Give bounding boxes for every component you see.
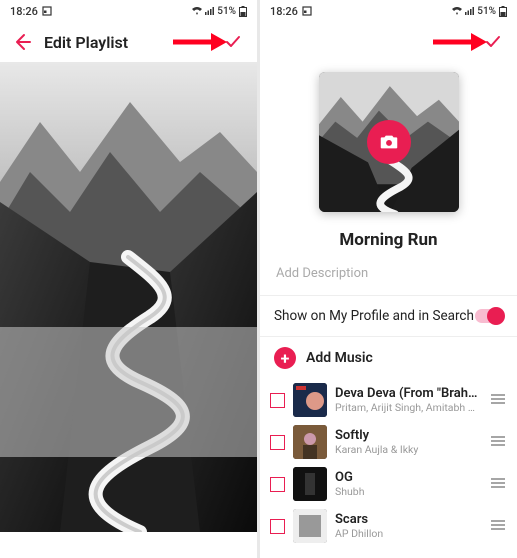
track-subtitle: Karan Aujla & Ikky [335, 443, 481, 456]
checkmark-icon [223, 32, 243, 52]
drag-handle-icon [489, 434, 507, 448]
status-bar: 18:26 51% [0, 0, 257, 22]
crop-overlay-bottom [0, 327, 257, 457]
annotation-arrow-icon [171, 32, 227, 52]
drag-handle-icon [489, 392, 507, 406]
track-art [293, 509, 327, 543]
drag-handle[interactable] [489, 517, 507, 536]
toggle-label: Show on My Profile and in Search [274, 308, 474, 324]
track-row: Scars AP Dhillon [260, 505, 517, 547]
camera-icon [378, 131, 400, 153]
change-cover-button[interactable] [367, 120, 411, 164]
drag-handle[interactable] [489, 391, 507, 410]
battery-icon [499, 6, 507, 17]
track-checkbox[interactable] [270, 435, 285, 450]
playlist-cover-image [0, 62, 257, 532]
page-title: Edit Playlist [44, 33, 128, 52]
annotation-arrow-icon [431, 32, 487, 52]
wifi-icon [192, 7, 202, 15]
header [260, 22, 517, 62]
track-title: Scars [335, 512, 481, 527]
description-input[interactable]: Add Description [260, 250, 517, 295]
track-row: Deva Deva (From "Brah… Pritam, Arijit Si… [260, 379, 517, 421]
track-subtitle: Pritam, Arijit Singh, Amitabh Bha… [335, 401, 481, 414]
track-checkbox[interactable] [270, 477, 285, 492]
status-icon [42, 6, 52, 16]
track-checkbox[interactable] [270, 519, 285, 534]
drag-handle-icon [489, 518, 507, 532]
status-time: 18:26 [10, 5, 38, 18]
signal-icon [465, 7, 474, 15]
phone-right: 18:26 51% [260, 0, 517, 558]
track-art [293, 383, 327, 417]
phone-left: 18:26 51% Edit Playlist [0, 0, 257, 558]
track-title: OG [335, 470, 481, 485]
drag-handle[interactable] [489, 433, 507, 452]
status-icon [302, 6, 312, 16]
plus-icon: + [274, 347, 296, 369]
status-battery: 51% [217, 6, 236, 17]
back-arrow-icon [12, 32, 32, 52]
drag-handle[interactable] [489, 475, 507, 494]
battery-icon [239, 6, 247, 17]
playlist-cover-button[interactable] [319, 72, 459, 212]
wifi-icon [452, 7, 462, 15]
checkmark-icon [483, 32, 503, 52]
status-battery: 51% [477, 6, 496, 17]
cover-crop-area[interactable] [0, 62, 257, 558]
profile-visibility-toggle[interactable] [475, 309, 503, 323]
confirm-button[interactable] [223, 32, 243, 52]
signal-icon [205, 7, 214, 15]
add-music-label: Add Music [306, 350, 373, 366]
header: Edit Playlist [0, 22, 257, 62]
status-bar: 18:26 51% [260, 0, 517, 22]
track-subtitle: AP Dhillon [335, 527, 481, 540]
track-row: OG Shubh [260, 463, 517, 505]
back-button[interactable] [12, 32, 32, 52]
confirm-button[interactable] [483, 32, 503, 52]
profile-visibility-row: Show on My Profile and in Search [260, 296, 517, 336]
status-time: 18:26 [270, 5, 298, 18]
track-subtitle: Shubh [335, 485, 481, 498]
track-art [293, 467, 327, 501]
track-checkbox[interactable] [270, 393, 285, 408]
track-title: Softly [335, 428, 481, 443]
track-row: Softly Karan Aujla & Ikky [260, 421, 517, 463]
track-title: Deva Deva (From "Brah… [335, 386, 481, 401]
playlist-title-input[interactable]: Morning Run [260, 230, 517, 250]
add-music-button[interactable]: + Add Music [260, 337, 517, 379]
drag-handle-icon [489, 476, 507, 490]
track-art [293, 425, 327, 459]
